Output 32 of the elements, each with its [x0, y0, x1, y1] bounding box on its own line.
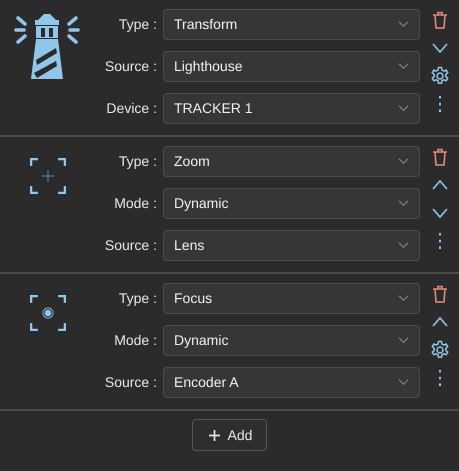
plus-icon [208, 430, 220, 440]
dropdown[interactable]: Dynamic [163, 188, 420, 218]
settings-icon[interactable] [430, 66, 450, 86]
dropdown[interactable]: Lighthouse [163, 50, 420, 82]
field-label: Source : [104, 374, 157, 390]
dropdown[interactable]: Lens [163, 230, 420, 260]
chevron-down-icon [398, 158, 409, 164]
field-label: Type : [118, 153, 157, 169]
dropdown[interactable]: Encoder A [163, 366, 420, 398]
chevron-down-icon [398, 336, 409, 344]
field-label: Mode : [113, 195, 157, 211]
add-button[interactable]: Add [192, 419, 268, 451]
chevron-down-icon [398, 104, 409, 112]
dropdown[interactable]: Dynamic [163, 324, 420, 356]
chevron-down-icon [398, 200, 409, 206]
settings-icon[interactable] [430, 340, 450, 360]
lighthouse-icon [14, 13, 80, 79]
chevron-down-icon [398, 62, 409, 70]
field-label: Device : [105, 100, 157, 116]
field-label: Type : [118, 290, 157, 306]
chevron-down-icon [398, 378, 409, 386]
dropdown[interactable]: Transform [163, 8, 420, 40]
field-label: Source : [104, 237, 157, 253]
dropdown[interactable]: TRACKER 1 [163, 92, 420, 124]
dropdown[interactable]: Focus [163, 282, 420, 314]
dropdown[interactable]: Zoom [163, 146, 420, 176]
field-label: Mode : [113, 332, 157, 348]
field-label: Type : [118, 16, 157, 32]
chevron-down-icon [398, 20, 409, 28]
field-label: Source : [104, 58, 157, 74]
chevron-down-icon [398, 294, 409, 302]
chevron-down-icon [398, 242, 409, 248]
